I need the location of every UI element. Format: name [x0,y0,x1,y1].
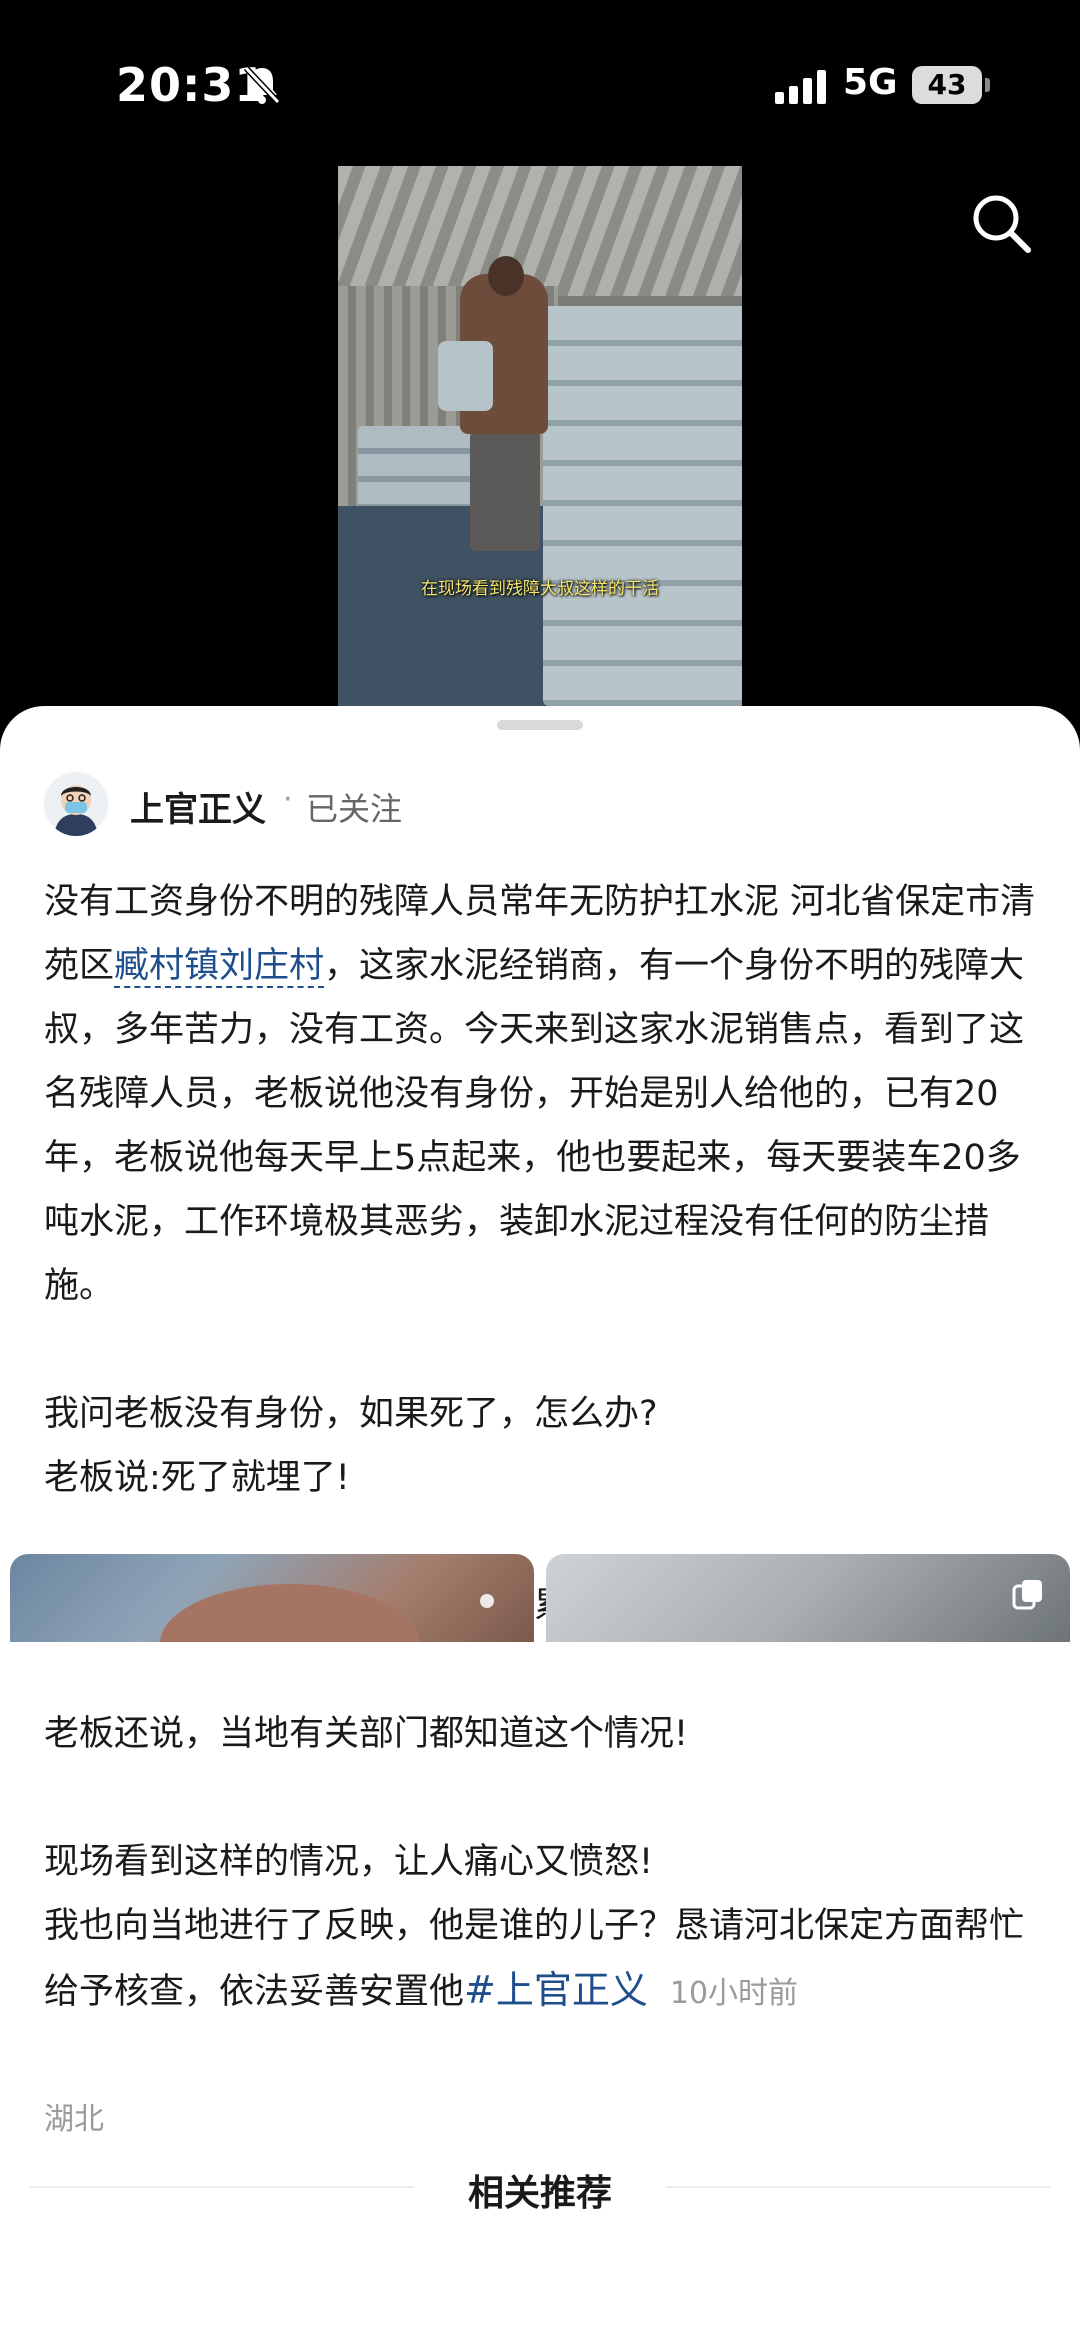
hashtag-link[interactable]: #上官正义 [464,1968,648,2012]
video-scene-roof [338,166,742,296]
dot-icon [480,1594,494,1608]
author-row: 上官正义 · 已关注 [44,768,1044,848]
post-paragraph-1: 没有工资身份不明的残障人员常年无防护扛水泥 河北省保定市清苑区臧村镇刘庄村，这家… [44,870,1044,1318]
battery-tip [985,78,990,92]
battery-level: 43 [912,66,982,104]
divider [666,2186,1050,2188]
post-paragraph-5a: 现场看到这样的情况，让人痛心又愤怒! [44,1842,654,1882]
bell-slash-icon [243,65,281,105]
related-title: 相关推荐 [467,2173,612,2214]
avatar[interactable] [44,772,108,836]
related-header: 相关推荐 [0,2156,1080,2216]
post-body: 没有工资身份不明的残障人员常年无防护扛水泥 河北省保定市清苑区臧村镇刘庄村，这家… [44,870,1044,2026]
drag-handle[interactable] [497,720,583,730]
video-scene-cement-bags [543,306,742,706]
video-scene-carried-bag [438,341,493,411]
thumbnail-image [160,1584,420,1642]
related-thumbnail[interactable] [10,1554,534,1642]
follow-status[interactable]: 已关注 [306,784,402,830]
video-player[interactable]: 在现场看到残障大叔这样的干活 [338,166,742,706]
video-caption: 在现场看到残障大叔这样的干活 [421,579,659,599]
post-location: 湖北 [44,2102,104,2137]
post-paragraph-2a: 我问老板没有身份，如果死了，怎么办? [44,1394,658,1434]
post-paragraph-5b: 我也向当地进行了反映，他是谁的儿子？恳请河北保定方面帮忙给予核查，依法妥善安置他… [44,1894,1044,2026]
separator-dot: · [283,782,293,817]
video-scene-worker-head [488,256,524,296]
place-link[interactable]: 臧村镇刘庄村 [114,946,325,988]
post-time: 10小时前 [669,1976,799,2011]
related-thumbnail[interactable] [546,1554,1070,1642]
network-type: 5G [843,62,898,103]
video-scene-worker-legs [470,431,540,551]
post-sheet: 上官正义 · 已关注 没有工资身份不明的残障人员常年无防护扛水泥 河北省保定市清… [0,706,1080,2348]
copy-icon [1012,1580,1042,1610]
status-bar: 20:31 5G 43 [0,0,1080,170]
post-paragraph-2b: 老板说:死了就埋了! [44,1458,350,1498]
author-name[interactable]: 上官正义 [130,782,266,831]
signal-icon [775,70,826,104]
post-text: ，这家水泥经销商，有一个身份不明的残障大叔，多年苦力，没有工资。今天来到这家水泥… [44,946,1025,1306]
post-paragraph-4: 老板还说，当地有关部门都知道这个情况! [44,1714,689,1754]
search-icon[interactable] [970,192,1032,254]
